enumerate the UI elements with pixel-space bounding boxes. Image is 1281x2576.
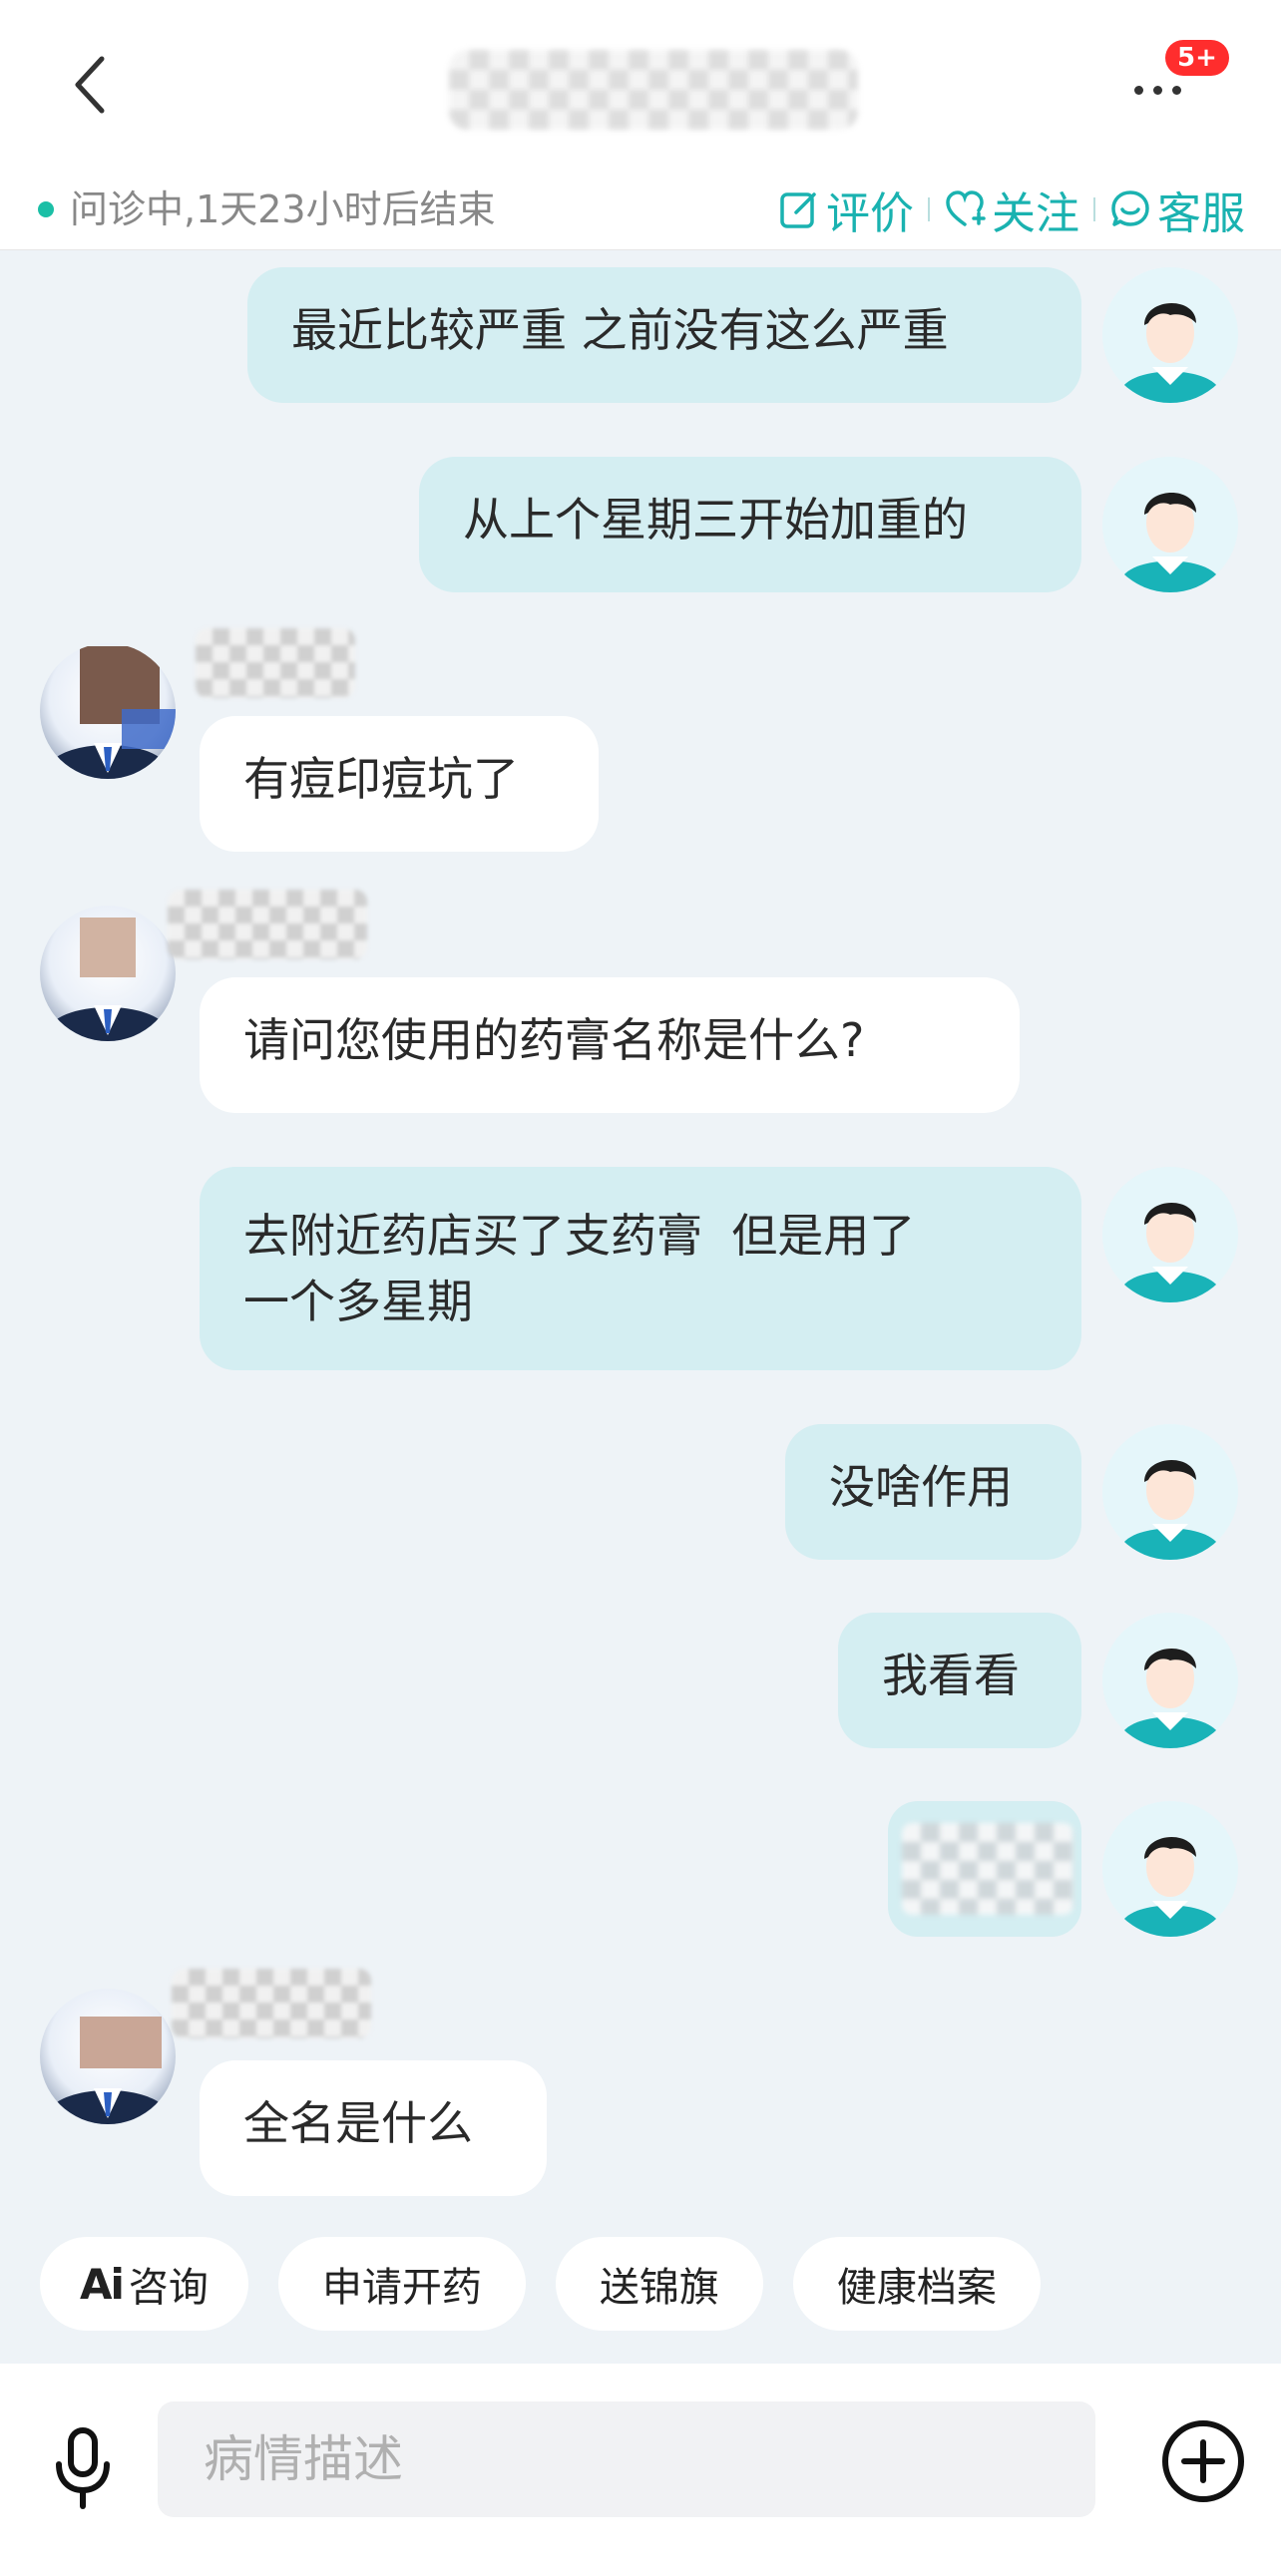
more-icon-dot (1171, 85, 1181, 95)
user-avatar-icon (1102, 267, 1238, 403)
chat-bubble-user[interactable]: 没啥作用 (785, 1424, 1081, 1560)
doctor-avatar[interactable] (40, 906, 176, 1041)
user-avatar-icon (1102, 1613, 1238, 1748)
doctor-avatar[interactable] (40, 1989, 176, 2124)
status-indicator-dot (38, 201, 54, 217)
chat-bubble-user[interactable]: 最近比较严重 之前没有这么严重 (247, 267, 1081, 403)
composer-bar (0, 2364, 1281, 2576)
follow-label: 关注 (992, 188, 1079, 239)
customer-service-button[interactable]: 客服 (1109, 178, 1245, 241)
chevron-left-icon (75, 56, 105, 114)
more-icon-dot (1152, 85, 1162, 95)
doctor-name (196, 628, 355, 698)
voice-button[interactable] (48, 2423, 118, 2513)
chat-bubble-doctor[interactable]: 请问您使用的药膏名称是什么? (200, 977, 1020, 1113)
ai-consult-chip[interactable]: Ai 咨询 (40, 2237, 248, 2331)
user-avatar-icon (1102, 457, 1238, 592)
back-button[interactable] (60, 45, 120, 125)
chat-bubble-user[interactable]: 我看看 (838, 1613, 1081, 1748)
chat-bubble-user[interactable]: 去附近药店买了支药膏 但是用了 一个多星期 (200, 1167, 1081, 1370)
ai-icon: Ai (80, 2259, 125, 2309)
avatar[interactable] (1102, 267, 1238, 403)
user-avatar-icon (1102, 1424, 1238, 1560)
doctor-name (168, 890, 367, 959)
ai-consult-label: 咨询 (128, 2265, 209, 2311)
doctor-name (172, 1969, 371, 2038)
customer-service-label: 客服 (1157, 188, 1245, 239)
user-avatar-icon (1102, 1801, 1238, 1937)
send-banner-label: 送锦旗 (599, 2265, 719, 2311)
send-banner-chip[interactable]: 送锦旗 (555, 2237, 763, 2331)
chat-bubble-doctor[interactable]: 全名是什么 (200, 2060, 547, 2196)
smile-chat-icon (1111, 190, 1149, 226)
microphone-icon (56, 2427, 110, 2509)
more-icon (1133, 85, 1143, 95)
doctor-avatar-icon (50, 2017, 166, 2124)
consult-status-text: 问诊中,1天23小时后结束 (70, 187, 496, 231)
avatar[interactable] (1102, 1801, 1238, 1937)
header-actions: 评价 关注 客服 (778, 170, 1245, 249)
health-record-label: 健康档案 (836, 2265, 997, 2311)
chat-bubble-user[interactable]: 从上个星期三开始加重的 (419, 457, 1081, 592)
follow-button[interactable]: 关注 (944, 178, 1079, 241)
heart-plus-icon (946, 190, 986, 226)
doctor-avatar[interactable] (40, 643, 176, 779)
notification-badge: 5+ (1165, 40, 1229, 76)
doctor-avatar-icon (50, 646, 176, 779)
doctor-avatar-icon (50, 918, 166, 1041)
page-title (449, 50, 858, 130)
prescribe-label: 申请开药 (321, 2265, 482, 2311)
avatar[interactable] (1102, 1424, 1238, 1560)
top-bar: 5+ (0, 0, 1281, 170)
plus-circle-icon (1162, 2420, 1244, 2502)
review-label: 评价 (826, 188, 914, 239)
user-avatar-icon (1102, 1167, 1238, 1302)
edit-icon (780, 192, 816, 228)
chat-bubble-user-redacted[interactable] (888, 1801, 1081, 1937)
divider (928, 197, 930, 221)
health-record-chip[interactable]: 健康档案 (792, 2237, 1041, 2331)
chat-bubble-doctor[interactable]: 有痘印痘坑了 (200, 716, 599, 852)
quick-actions: Ai 咨询 申请开药 送锦旗 健康档案 (40, 2237, 1070, 2331)
review-button[interactable]: 评价 (778, 178, 914, 241)
add-attachment-button[interactable] (1159, 2417, 1247, 2505)
avatar[interactable] (1102, 1167, 1238, 1302)
consult-status-bar: 问诊中,1天23小时后结束 评价 关注 客服 (0, 170, 1281, 250)
prescribe-chip[interactable]: 申请开药 (277, 2237, 526, 2331)
avatar[interactable] (1102, 1613, 1238, 1748)
redacted-content (902, 1823, 1073, 1915)
symptom-input[interactable] (158, 2401, 1095, 2517)
avatar[interactable] (1102, 457, 1238, 592)
divider (1093, 197, 1095, 221)
